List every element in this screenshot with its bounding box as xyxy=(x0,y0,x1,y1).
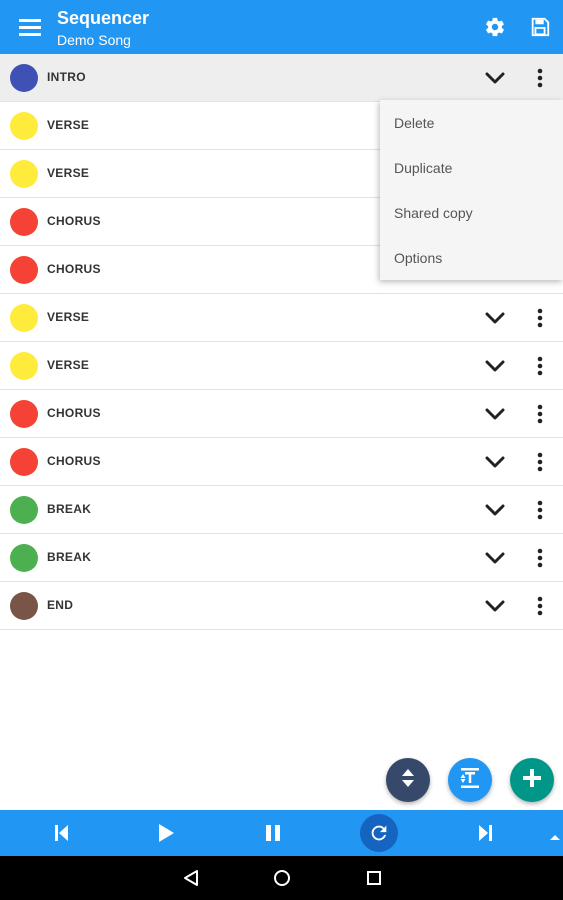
section-color-dot[interactable] xyxy=(10,256,38,284)
chevron-down-icon[interactable] xyxy=(480,448,510,476)
section-label: BREAK xyxy=(47,550,92,564)
chevron-down-icon[interactable] xyxy=(480,352,510,380)
section-label: VERSE xyxy=(47,310,90,324)
section-row[interactable]: CHORUS xyxy=(0,390,563,438)
add-section-fab[interactable] xyxy=(510,758,554,802)
section-color-dot[interactable] xyxy=(10,592,38,620)
section-label: INTRO xyxy=(47,70,86,84)
section-label: BREAK xyxy=(47,502,92,516)
chevron-down-icon[interactable] xyxy=(480,400,510,428)
section-row[interactable]: VERSE xyxy=(0,294,563,342)
more-vert-icon[interactable] xyxy=(526,544,554,572)
app-bar: Sequencer Demo Song xyxy=(0,0,563,54)
section-label: CHORUS xyxy=(47,454,101,468)
more-vert-icon[interactable] xyxy=(526,352,554,380)
recents-icon[interactable] xyxy=(363,868,385,888)
section-color-dot[interactable] xyxy=(10,400,38,428)
menu-item-shared-copy[interactable]: Shared copy xyxy=(380,190,563,235)
section-color-dot[interactable] xyxy=(10,64,38,92)
expand-up-icon[interactable] xyxy=(549,828,561,846)
section-row[interactable]: BREAK xyxy=(0,534,563,582)
repeat-icon[interactable] xyxy=(360,814,398,852)
app-bar-titles: Sequencer Demo Song xyxy=(57,7,149,49)
song-name: Demo Song xyxy=(57,32,131,48)
sequencer-screen: Sequencer Demo Song INTRO VERSE VERSE CHORU… xyxy=(0,0,563,900)
back-icon[interactable] xyxy=(180,868,202,888)
reorder-fab[interactable] xyxy=(386,758,430,802)
more-vert-icon[interactable] xyxy=(526,304,554,332)
text-height-icon xyxy=(458,767,482,794)
menu-item-delete[interactable]: Delete xyxy=(380,100,563,145)
section-color-dot[interactable] xyxy=(10,304,38,332)
save-icon[interactable] xyxy=(524,11,556,43)
chevron-down-icon[interactable] xyxy=(480,64,510,92)
chevron-down-icon[interactable] xyxy=(480,496,510,524)
more-vert-icon[interactable] xyxy=(526,448,554,476)
section-row[interactable]: END xyxy=(0,582,563,630)
section-label: VERSE xyxy=(47,118,90,132)
section-label: END xyxy=(47,598,74,612)
section-color-dot[interactable] xyxy=(10,112,38,140)
play-icon[interactable] xyxy=(150,817,182,849)
menu-item-duplicate[interactable]: Duplicate xyxy=(380,145,563,190)
section-label: CHORUS xyxy=(47,406,101,420)
section-label: CHORUS xyxy=(47,262,101,276)
menu-item-options[interactable]: Options xyxy=(380,235,563,280)
section-label: CHORUS xyxy=(47,214,101,228)
system-nav-bar xyxy=(0,856,563,900)
skip-next-icon[interactable] xyxy=(469,817,501,849)
section-row[interactable]: INTRO xyxy=(0,54,563,102)
more-vert-icon[interactable] xyxy=(526,496,554,524)
page-title: Sequencer xyxy=(57,8,150,28)
section-row[interactable]: BREAK xyxy=(0,486,563,534)
section-color-dot[interactable] xyxy=(10,448,38,476)
plus-icon xyxy=(522,768,542,793)
sort-arrows-icon xyxy=(400,768,416,793)
pause-icon[interactable] xyxy=(257,817,289,849)
more-vert-icon[interactable] xyxy=(526,64,554,92)
more-vert-icon[interactable] xyxy=(526,400,554,428)
hamburger-menu-icon[interactable] xyxy=(10,8,50,46)
section-popup-menu: Delete Duplicate Shared copy Options xyxy=(380,100,563,280)
section-label: VERSE xyxy=(47,358,90,372)
align-fab[interactable] xyxy=(448,758,492,802)
section-color-dot[interactable] xyxy=(10,208,38,236)
more-vert-icon[interactable] xyxy=(526,592,554,620)
section-row[interactable]: VERSE xyxy=(0,342,563,390)
section-color-dot[interactable] xyxy=(10,544,38,572)
section-color-dot[interactable] xyxy=(10,496,38,524)
section-row[interactable]: CHORUS xyxy=(0,438,563,486)
home-icon[interactable] xyxy=(271,868,293,888)
transport-bar xyxy=(0,810,563,856)
gear-icon[interactable] xyxy=(479,11,511,43)
skip-previous-icon[interactable] xyxy=(46,817,78,849)
section-color-dot[interactable] xyxy=(10,352,38,380)
chevron-down-icon[interactable] xyxy=(480,592,510,620)
chevron-down-icon[interactable] xyxy=(480,304,510,332)
section-color-dot[interactable] xyxy=(10,160,38,188)
chevron-down-icon[interactable] xyxy=(480,544,510,572)
section-label: VERSE xyxy=(47,166,90,180)
